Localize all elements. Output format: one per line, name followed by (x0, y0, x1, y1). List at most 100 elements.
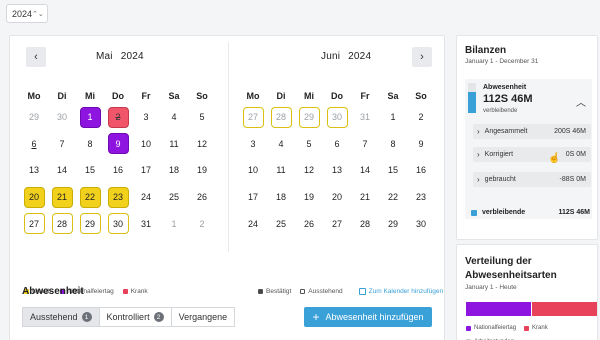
distribution-card: Verteilung der Abwesenheitsarten January… (456, 244, 598, 340)
day-21[interactable]: 21 (355, 187, 376, 208)
day-1[interactable]: 1 (383, 107, 404, 128)
day-30[interactable]: 30 (52, 107, 73, 128)
day-30[interactable]: 30 (326, 106, 348, 128)
day-9[interactable]: 9 (411, 133, 432, 154)
day-cell: 30 (323, 104, 351, 131)
day-9[interactable]: 9 (107, 133, 129, 155)
day-24[interactable]: 24 (243, 213, 264, 234)
day-cell: 24 (239, 210, 267, 237)
day-27[interactable]: 27 (327, 213, 348, 234)
day-27[interactable]: 27 (23, 213, 45, 235)
day-18[interactable]: 18 (164, 160, 185, 181)
day-7[interactable]: 7 (355, 133, 376, 154)
day-21[interactable]: 21 (51, 186, 73, 208)
day-8[interactable]: 8 (80, 133, 101, 154)
day-23[interactable]: 23 (411, 187, 432, 208)
day-25[interactable]: 25 (271, 213, 292, 234)
legend-swatch (122, 289, 128, 294)
prev-month-button[interactable]: ‹ (26, 47, 46, 67)
day-14[interactable]: 14 (355, 160, 376, 181)
day-29[interactable]: 29 (298, 106, 320, 128)
add-to-calendar-link[interactable]: Zum Kalender hinzufügen (358, 288, 443, 295)
day-28[interactable]: 28 (270, 106, 292, 128)
day-10[interactable]: 10 (243, 160, 264, 181)
day-10[interactable]: 10 (136, 133, 157, 154)
day-28[interactable]: 28 (355, 213, 376, 234)
day-30[interactable]: 30 (411, 213, 432, 234)
day-17[interactable]: 17 (136, 160, 157, 181)
day-24[interactable]: 24 (136, 187, 157, 208)
tab-ausstehend[interactable]: Ausstehend 1 (22, 307, 100, 327)
day-20[interactable]: 20 (327, 187, 348, 208)
chevron-up-icon[interactable]: ︿ (576, 94, 586, 109)
day-20[interactable]: 20 (23, 186, 45, 208)
add-absence-button[interactable]: + Abwesenheit hinzufügen (304, 307, 432, 327)
legend-swatch (524, 325, 530, 331)
day-15[interactable]: 15 (383, 160, 404, 181)
day-14[interactable]: 14 (52, 160, 73, 181)
day-5[interactable]: 5 (192, 107, 213, 128)
day-2[interactable]: 2 (411, 107, 432, 128)
legend-swatch (466, 325, 471, 331)
month-title-may: Mai 2024 (96, 51, 144, 62)
day-18[interactable]: 18 (271, 187, 292, 208)
day-26[interactable]: 26 (192, 187, 213, 208)
day-19[interactable]: 19 (192, 160, 213, 181)
day-13[interactable]: 13 (327, 160, 348, 181)
balance-label: Abwesenheit (483, 84, 527, 91)
day-11[interactable]: 11 (164, 133, 185, 154)
day-31[interactable]: 31 (136, 213, 157, 234)
tab-label: Ausstehend (30, 312, 78, 322)
day-22[interactable]: 22 (383, 187, 404, 208)
day-2[interactable]: 2 (107, 106, 129, 128)
day-26[interactable]: 26 (299, 213, 320, 234)
legend-label: Nationalfeiertag (474, 325, 517, 331)
next-month-button[interactable]: › (412, 47, 432, 67)
day-23[interactable]: 23 (107, 186, 129, 208)
balance-summary[interactable]: Abwesenheit 112S 46M verbleibende ︿ › An… (465, 79, 592, 219)
day-22[interactable]: 22 (79, 186, 101, 208)
tab-vergangene[interactable]: Vergangene (171, 307, 236, 327)
day-4[interactable]: 4 (271, 133, 292, 154)
day-3[interactable]: 3 (243, 133, 264, 154)
day-1[interactable]: 1 (79, 106, 101, 128)
day-2[interactable]: 2 (192, 213, 213, 234)
day-cell: 11 (160, 131, 188, 158)
day-29[interactable]: 29 (383, 213, 404, 234)
tab-kontrolliert[interactable]: Kontrolliert 2 (99, 307, 172, 327)
year-select[interactable]: 2024 ⌃⌄ (6, 4, 48, 23)
day-31[interactable]: 31 (355, 107, 376, 128)
day-29[interactable]: 29 (79, 213, 101, 235)
day-16[interactable]: 16 (108, 160, 129, 181)
day-8[interactable]: 8 (383, 133, 404, 154)
day-7[interactable]: 7 (52, 133, 73, 154)
day-5[interactable]: 5 (299, 133, 320, 154)
day-17[interactable]: 17 (243, 187, 264, 208)
day-27[interactable]: 27 (242, 106, 264, 128)
day-12[interactable]: 12 (192, 133, 213, 154)
day-12[interactable]: 12 (299, 160, 320, 181)
day-19[interactable]: 19 (299, 187, 320, 208)
day-28[interactable]: 28 (51, 213, 73, 235)
day-15[interactable]: 15 (80, 160, 101, 181)
day-3[interactable]: 3 (136, 107, 157, 128)
day-6[interactable]: 6 (327, 133, 348, 154)
day-6[interactable]: 6 (24, 133, 45, 154)
day-1[interactable]: 1 (164, 213, 185, 234)
day-cell: 30 (407, 210, 435, 237)
day-13[interactable]: 13 (24, 160, 45, 181)
day-25[interactable]: 25 (164, 187, 185, 208)
day-30[interactable]: 30 (107, 213, 129, 235)
day-29[interactable]: 29 (24, 107, 45, 128)
balance-row-korrigiert[interactable]: › Korrigiert 0S 0M (473, 147, 591, 162)
tab-label: Vergangene (178, 312, 228, 322)
day-11[interactable]: 11 (271, 160, 292, 181)
distribution-segment-nationalfeiertag (466, 302, 531, 316)
balance-row-angesammelt[interactable]: › Angesammelt 200S 46M (473, 124, 591, 139)
day-4[interactable]: 4 (164, 107, 185, 128)
day-16[interactable]: 16 (411, 160, 432, 181)
balance-bar (468, 83, 476, 113)
day-cell: 10 (239, 157, 267, 184)
month-divider (228, 42, 229, 252)
balance-row-gebraucht[interactable]: › gebraucht -88S 0M (473, 172, 591, 187)
